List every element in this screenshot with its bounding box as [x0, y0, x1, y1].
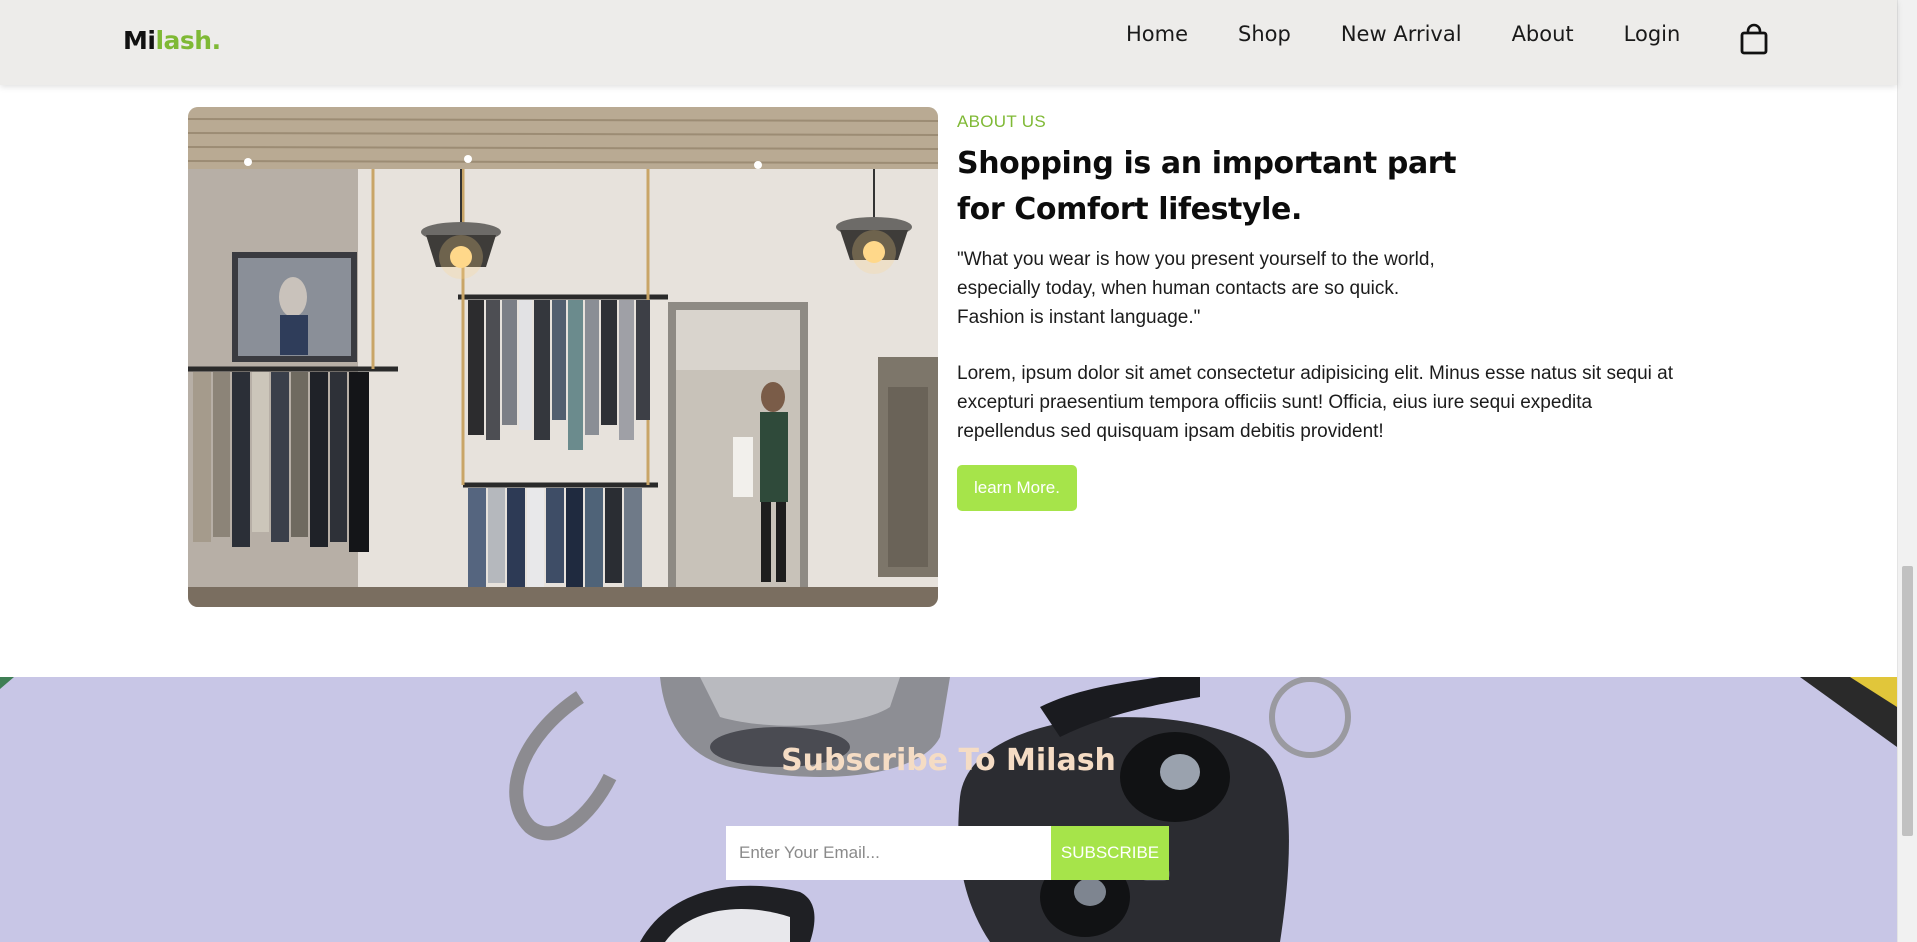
- email-input[interactable]: [726, 826, 1051, 880]
- quote-line-1: "What you wear is how you present yourse…: [957, 249, 1435, 270]
- nav-home[interactable]: Home: [1126, 22, 1188, 46]
- subscribe-button[interactable]: SUBSCRIBE: [1051, 826, 1169, 880]
- page-scrollbar[interactable]: [1897, 0, 1917, 942]
- quote-line-3: Fashion is instant language.": [957, 307, 1201, 328]
- about-quote: "What you wear is how you present yourse…: [957, 245, 1517, 332]
- quote-line-2: especially today, when human contacts ar…: [957, 278, 1400, 299]
- headline-line-2: for Comfort lifestyle.: [957, 192, 1302, 227]
- about-eyebrow: ABOUT US: [957, 112, 1046, 131]
- about-section: ABOUT US Shopping is an important part f…: [957, 112, 1677, 511]
- about-paragraph: Lorem, ipsum dolor sit amet consectetur …: [957, 363, 1673, 442]
- shopping-bag-icon[interactable]: [1739, 23, 1769, 55]
- nav-shop[interactable]: Shop: [1238, 22, 1291, 46]
- subscribe-title: Subscribe To Milash: [781, 743, 1116, 778]
- scrollbar-thumb[interactable]: [1902, 566, 1913, 836]
- logo-part-2: lash.: [155, 26, 221, 55]
- navbar: Milash. Home Shop New Arrival About Logi…: [0, 0, 1897, 85]
- store-interior-image: [188, 107, 938, 607]
- earbuds-background-image: [0, 677, 1897, 942]
- nav-new-arrival[interactable]: New Arrival: [1341, 22, 1462, 46]
- main-nav: Home Shop New Arrival About Login: [1126, 22, 1680, 46]
- logo-part-1: Mi: [123, 26, 156, 55]
- nav-about[interactable]: About: [1512, 22, 1574, 46]
- about-headline: Shopping is an important part for Comfor…: [957, 141, 1477, 233]
- subscribe-section: Subscribe To Milash SUBSCRIBE: [0, 677, 1897, 942]
- nav-login[interactable]: Login: [1624, 22, 1681, 46]
- learn-more-button[interactable]: learn More.: [957, 465, 1077, 511]
- headline-line-1: Shopping is an important part: [957, 146, 1457, 181]
- logo[interactable]: Milash.: [123, 26, 221, 55]
- subscribe-form: SUBSCRIBE: [726, 826, 1169, 880]
